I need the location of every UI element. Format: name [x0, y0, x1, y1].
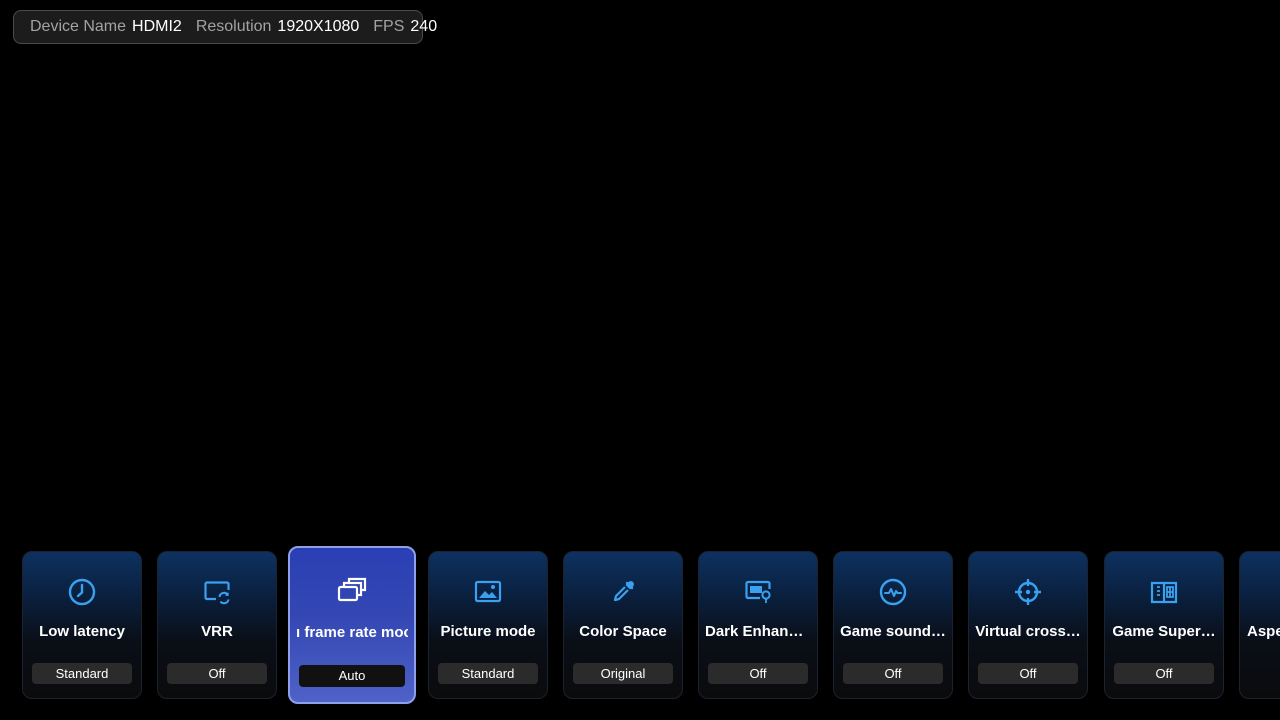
- card-value: Original: [573, 663, 673, 684]
- book-grid-icon: [1105, 576, 1223, 608]
- vrr-card[interactable]: VRR Off: [157, 551, 277, 699]
- device-name-label: Device Name: [30, 18, 127, 35]
- sound-wave-icon: [834, 576, 952, 608]
- card-title: Aspe: [1247, 623, 1280, 640]
- card-title: Color Space: [579, 623, 667, 640]
- picture-mode-card[interactable]: Picture mode Standard: [428, 551, 548, 699]
- card-title: Game sound…: [840, 623, 946, 640]
- picture-icon: [429, 576, 547, 608]
- card-value: Standard: [438, 663, 538, 684]
- card-title: Dark Enhanc…: [705, 623, 811, 640]
- card-value: Off: [843, 663, 943, 684]
- card-title: Virtual cross…: [975, 623, 1081, 640]
- resolution-value: 1920X1080: [277, 18, 360, 35]
- device-name-value: HDMI2: [132, 18, 182, 35]
- device-info-bar: Device Name HDMI2 Resolution 1920X1080 F…: [13, 10, 437, 44]
- card-value: Off: [708, 663, 808, 684]
- color-space-card[interactable]: Color Space Original: [563, 551, 683, 699]
- low-latency-card[interactable]: Low latency Standard: [22, 551, 142, 699]
- game-sound-card[interactable]: Game sound… Off: [833, 551, 953, 699]
- game-settings-carousel: Low latency Standard VRR Off ı frame rat…: [0, 545, 1280, 720]
- card-title: ı frame rate moc: [296, 624, 408, 641]
- card-value: Auto: [299, 665, 405, 687]
- card-value: Standard: [32, 663, 132, 684]
- monitor-bulb-icon: [699, 576, 817, 608]
- card-value: Off: [167, 663, 267, 684]
- vrr-refresh-icon: [158, 576, 276, 608]
- fps-value: 240: [410, 18, 438, 35]
- resolution-label: Resolution: [195, 18, 272, 35]
- clock-icon: [23, 576, 141, 608]
- card-title: Picture mode: [440, 623, 536, 640]
- stacked-frames-icon: [290, 574, 414, 606]
- card-title: Game Super…: [1112, 623, 1216, 640]
- card-title: Low latency: [39, 623, 125, 640]
- dark-enhance-card[interactable]: Dark Enhanc… Off: [698, 551, 818, 699]
- card-value: Off: [978, 663, 1078, 684]
- virtual-crosshair-card[interactable]: Virtual cross… Off: [968, 551, 1088, 699]
- game-super-card[interactable]: Game Super… Off: [1104, 551, 1224, 699]
- card-value: Off: [1114, 663, 1214, 684]
- aspect-card-partial[interactable]: Aspe: [1239, 551, 1280, 699]
- fps-label: FPS: [373, 18, 405, 35]
- card-title: VRR: [201, 623, 233, 640]
- eyedropper-icon: [564, 576, 682, 608]
- frame-rate-mode-card[interactable]: ı frame rate moc Auto: [288, 546, 416, 704]
- crosshair-icon: [969, 576, 1087, 608]
